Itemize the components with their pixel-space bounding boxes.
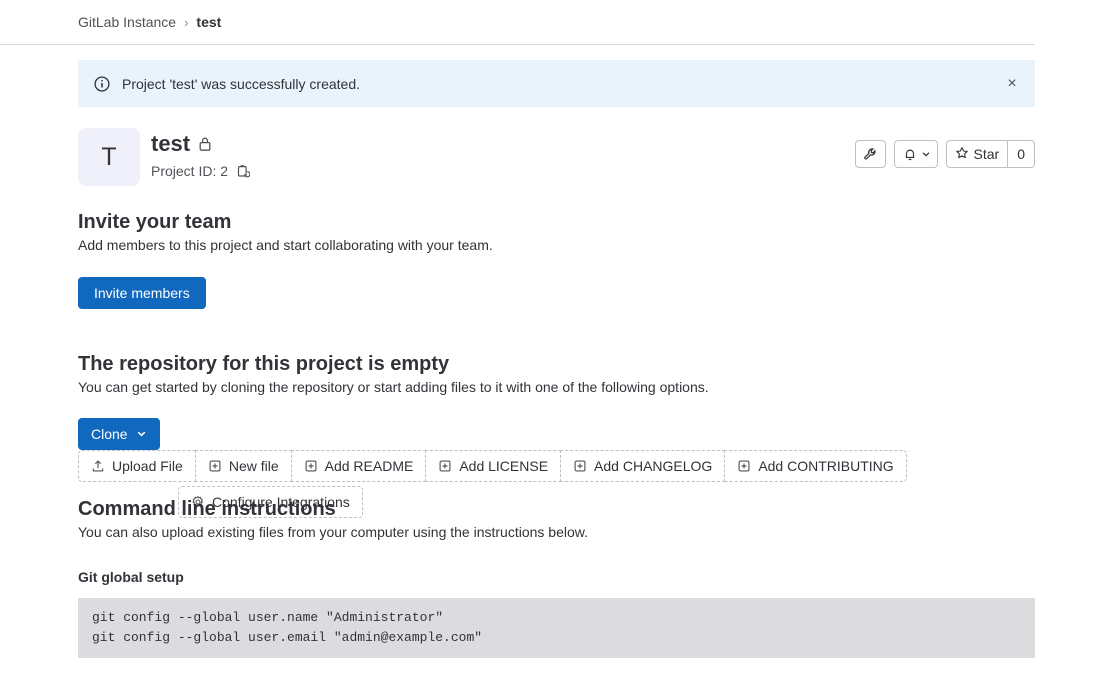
breadcrumb-item-root[interactable]: GitLab Instance <box>78 14 176 30</box>
add-contributing-label: Add CONTRIBUTING <box>758 458 894 474</box>
upload-icon <box>91 459 105 473</box>
clone-button-label: Clone <box>91 426 128 442</box>
command-line-instructions-section: Command line instructions You can also u… <box>78 496 1035 686</box>
command-line-instructions-description: You can also upload existing files from … <box>78 524 588 540</box>
upload-file-button[interactable]: Upload File <box>78 450 196 482</box>
plus-square-icon <box>208 459 222 473</box>
git-global-setup-title: Git global setup <box>78 569 184 585</box>
invite-team-title: Invite your team <box>78 211 232 233</box>
plus-square-icon <box>737 459 751 473</box>
command-line-instructions-title: Command line instructions <box>78 498 336 520</box>
empty-repository-section: The repository for this project is empty… <box>78 351 1035 518</box>
upload-file-label: Upload File <box>112 458 183 474</box>
new-file-label: New file <box>228 458 279 474</box>
project-header: T test Project ID: 2 Star 0 <box>78 128 1035 188</box>
add-contributing-button[interactable]: Add CONTRIBUTING <box>724 450 907 482</box>
breadcrumb-separator-icon: › <box>184 14 189 30</box>
close-icon[interactable]: × <box>1001 73 1023 95</box>
wrench-icon-button[interactable] <box>854 140 886 168</box>
git-global-setup-code[interactable]: git config --global user.name "Administr… <box>78 598 1035 658</box>
alert-message: Project 'test' was successfully created. <box>122 75 360 92</box>
plus-square-icon <box>438 459 452 473</box>
add-license-button[interactable]: Add LICENSE <box>425 450 562 482</box>
star-button-group: Star 0 <box>945 140 1035 168</box>
new-file-button[interactable]: New file <box>194 450 292 482</box>
invite-members-button[interactable]: Invite members <box>78 277 206 309</box>
add-readme-label: Add README <box>324 458 414 474</box>
project-title-row: test <box>151 130 250 158</box>
invite-team-description: Add members to this project and start co… <box>78 237 493 253</box>
invite-team-section: Invite your team Add members to this pro… <box>78 209 1035 309</box>
breadcrumb: GitLab Instance › test <box>0 0 1035 45</box>
wrench-icon <box>863 147 878 162</box>
project-overview-page: GitLab Instance › test Project 'test' wa… <box>0 0 1112 686</box>
add-changelog-label: Add CHANGELOG <box>594 458 713 474</box>
info-icon <box>94 75 110 92</box>
page-title: test <box>151 131 191 156</box>
breadcrumb-item-current[interactable]: test <box>196 14 221 30</box>
repository-file-actions: Upload File New file Add README Add LICE… <box>78 450 907 482</box>
empty-repository-description: You can get started by cloning the repos… <box>78 379 709 395</box>
add-license-label: Add LICENSE <box>459 458 549 474</box>
project-id-label: Project ID: 2 <box>151 163 229 179</box>
star-icon <box>955 146 969 163</box>
star-count[interactable]: 0 <box>1007 140 1035 168</box>
clone-button[interactable]: Clone <box>78 418 160 450</box>
chevron-down-icon <box>921 149 931 159</box>
add-changelog-button[interactable]: Add CHANGELOG <box>560 450 726 482</box>
copy-to-clipboard-icon[interactable] <box>236 164 251 179</box>
project-header-actions: Star 0 <box>854 140 1035 168</box>
chevron-down-icon <box>136 426 147 442</box>
empty-repository-title: The repository for this project is empty <box>78 353 450 375</box>
lock-icon <box>198 136 212 152</box>
project-avatar: T <box>78 128 140 186</box>
notifications-dropdown-button[interactable] <box>893 140 938 168</box>
bell-icon <box>903 147 917 162</box>
plus-square-icon <box>304 459 318 473</box>
plus-square-icon <box>573 459 587 473</box>
project-id-row: Project ID: 2 <box>151 163 251 179</box>
star-button-label: Star <box>973 146 1000 162</box>
add-readme-button[interactable]: Add README <box>290 450 427 482</box>
project-meta: test Project ID: 2 <box>151 128 251 179</box>
success-alert: Project 'test' was successfully created.… <box>78 60 1035 107</box>
star-button[interactable]: Star <box>945 140 1008 168</box>
